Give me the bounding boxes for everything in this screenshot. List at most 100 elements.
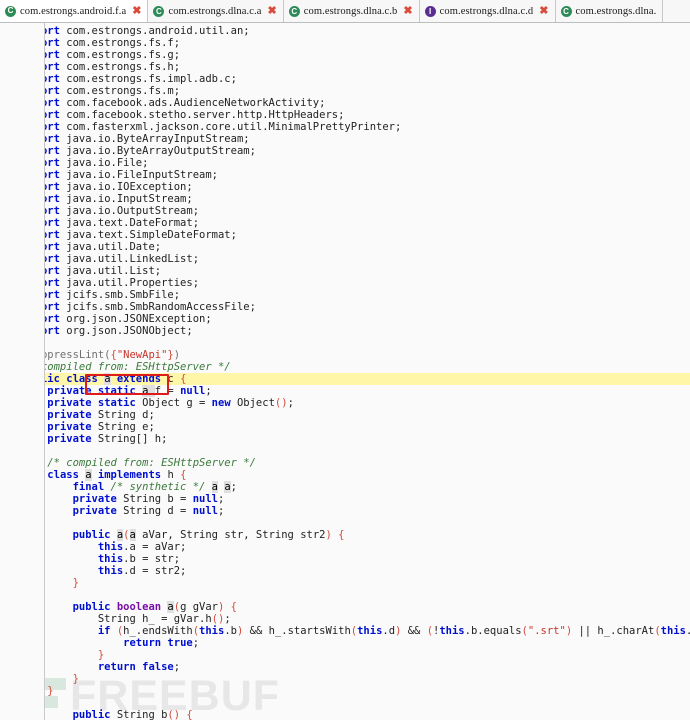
- code-line[interactable]: import java.util.Properties;: [0, 277, 690, 289]
- code-line[interactable]: /* compiled from: ESHttpServer */: [0, 361, 690, 373]
- code-line[interactable]: 85 if (h_.endsWith(this.b) && h_.startsW…: [0, 625, 690, 637]
- code-token: null: [180, 385, 206, 397]
- code-line[interactable]: private String b = null;: [0, 493, 690, 505]
- editor-tab-2[interactable]: Ccom.estrongs.dlna.c.b ✖: [283, 0, 420, 22]
- code-token: if: [97, 625, 117, 637]
- code-token: java.text.SimpleDateFormat;: [66, 229, 237, 241]
- code-token: (): [274, 397, 288, 409]
- code-token: return: [123, 637, 168, 649]
- code-line[interactable]: private String[] h;: [0, 433, 690, 445]
- code-token: (: [123, 529, 130, 541]
- code-line[interactable]: [0, 337, 690, 349]
- code-line[interactable]: }: [0, 649, 690, 661]
- code-line[interactable]: private static Object g = new Object();: [0, 397, 690, 409]
- editor-tab-0[interactable]: Ccom.estrongs.android.f.a ✖: [0, 0, 149, 22]
- editor-tab-bar[interactable]: Ccom.estrongs.android.f.a ✖ Ccom.estrongs.…: [0, 0, 690, 23]
- code-token: null: [192, 493, 218, 505]
- editor-tab-1[interactable]: Ccom.estrongs.dlna.c.a ✖: [148, 0, 284, 22]
- code-line[interactable]: import jcifs.smb.SmbFile;: [0, 289, 690, 301]
- code-line[interactable]: import java.util.Date;: [0, 241, 690, 253]
- code-line[interactable]: }: [0, 673, 690, 685]
- code-line[interactable]: public String b() {: [0, 709, 690, 720]
- code-token: null: [192, 505, 218, 517]
- code-editor[interactable]: FREEBUF import com.estrongs.android.util…: [0, 23, 690, 720]
- code-line[interactable]: final /* synthetic */ a a;: [0, 481, 690, 493]
- code-token: Object: [236, 397, 275, 409]
- code-token: java.io.FileInputStream;: [66, 169, 218, 181]
- code-line[interactable]: /* compiled from: ESHttpServer */: [0, 457, 690, 469]
- code-line[interactable]: import org.json.JSONException;: [0, 313, 690, 325]
- code-line[interactable]: 83 public boolean a(g gVar) {: [0, 601, 690, 613]
- class-icon: C: [5, 5, 16, 17]
- code-line[interactable]: }: [0, 577, 690, 589]
- code-line[interactable]: }: [0, 685, 690, 697]
- code-line[interactable]: private String e;: [0, 421, 690, 433]
- code-line[interactable]: import com.estrongs.fs.h;: [0, 61, 690, 73]
- tab-bar-filler: [663, 0, 690, 22]
- editor-tab-4[interactable]: Ccom.estrongs.dlna.: [555, 0, 664, 22]
- code-line[interactable]: [0, 517, 690, 529]
- code-line-text: import com.estrongs.fs.f;: [22, 37, 180, 49]
- code-token: String b =: [123, 493, 193, 505]
- code-line[interactable]: import java.util.LinkedList;: [0, 253, 690, 265]
- code-line[interactable]: public class a extends c {: [22, 373, 690, 385]
- close-icon[interactable]: ✖: [130, 5, 141, 17]
- code-line[interactable]: 84 return true;: [0, 637, 690, 649]
- code-line[interactable]: [0, 445, 690, 457]
- code-line[interactable]: import jcifs.smb.SmbRandomAccessFile;: [0, 301, 690, 313]
- editor-tab-3[interactable]: Icom.estrongs.dlna.c.d ✖: [419, 0, 556, 22]
- code-token: com.facebook.stetho.server.http.HttpHead…: [66, 109, 345, 121]
- code-token: ;: [173, 661, 181, 673]
- code-line[interactable]: private String d = null;: [0, 505, 690, 517]
- code-line[interactable]: import org.json.JSONObject;: [0, 325, 690, 337]
- code-line[interactable]: 84 String h_ = gVar.h();: [0, 613, 690, 625]
- code-line[interactable]: import java.text.SimpleDateFormat;: [0, 229, 690, 241]
- close-icon[interactable]: ✖: [401, 6, 412, 17]
- code-line[interactable]: private String d;: [0, 409, 690, 421]
- code-line[interactable]: import com.estrongs.android.util.an;: [0, 25, 690, 37]
- code-line[interactable]: class a implements h {: [0, 469, 690, 481]
- code-line[interactable]: 74 this.a = aVar;: [0, 541, 690, 553]
- code-token: this: [97, 541, 124, 553]
- code-line[interactable]: 75 this.b = str;: [0, 553, 690, 565]
- code-line[interactable]: import com.estrongs.fs.f;: [0, 37, 690, 49]
- code-token: private static: [47, 385, 143, 397]
- code-line[interactable]: import java.util.List;: [0, 265, 690, 277]
- code-line[interactable]: import java.text.DateFormat;: [0, 217, 690, 229]
- code-line[interactable]: import java.io.File;: [0, 157, 690, 169]
- code-line[interactable]: import java.io.OutputStream;: [0, 205, 690, 217]
- code-line-text: import com.estrongs.fs.m;: [22, 85, 180, 97]
- code-line[interactable]: private static a f = null;: [0, 385, 690, 397]
- code-line[interactable]: import java.io.ByteArrayInputStream;: [0, 133, 690, 145]
- code-line[interactable]: @SuppressLint({"NewApi"}): [0, 349, 690, 361]
- code-token: java.util.Date;: [66, 241, 162, 253]
- code-line[interactable]: import com.fasterxml.jackson.core.util.M…: [0, 121, 690, 133]
- code-line[interactable]: import java.io.ByteArrayOutputStream;: [0, 145, 690, 157]
- code-token: ;: [218, 505, 225, 517]
- close-icon[interactable]: ✖: [537, 6, 548, 17]
- code-line[interactable]: import java.io.IOException;: [0, 181, 690, 193]
- code-token: c: [167, 373, 181, 385]
- code-line[interactable]: import java.io.InputStream;: [0, 193, 690, 205]
- code-token: this: [97, 553, 124, 565]
- code-token: private: [72, 505, 124, 517]
- code-line[interactable]: import com.facebook.ads.AudienceNetworkA…: [0, 97, 690, 109]
- code-line-text: private String b = null;: [22, 493, 225, 505]
- code-token: java.io.ByteArrayInputStream;: [66, 133, 250, 145]
- code-line-text: import java.io.InputStream;: [22, 193, 193, 205]
- code-line[interactable]: [0, 589, 690, 601]
- code-line[interactable]: import com.estrongs.fs.g;: [0, 49, 690, 61]
- code-line[interactable]: import java.io.FileInputStream;: [0, 169, 690, 181]
- code-line[interactable]: import com.facebook.stetho.server.http.H…: [0, 109, 690, 121]
- code-line[interactable]: import com.estrongs.fs.m;: [0, 85, 690, 97]
- code-token: f =: [154, 385, 181, 397]
- code-line[interactable]: 76 this.d = str2;: [0, 565, 690, 577]
- code-line[interactable]: import com.estrongs.fs.impl.adb.c;: [0, 73, 690, 85]
- code-line[interactable]: 73 public a(a aVar, String str, String s…: [0, 529, 690, 541]
- code-token: }: [72, 673, 79, 685]
- code-line[interactable]: [0, 697, 690, 709]
- close-icon[interactable]: ✖: [266, 6, 277, 17]
- code-line-text: import java.text.SimpleDateFormat;: [22, 229, 237, 241]
- code-line[interactable]: 92 return false;: [0, 661, 690, 673]
- code-token: aVar, String str, String str2: [135, 529, 326, 541]
